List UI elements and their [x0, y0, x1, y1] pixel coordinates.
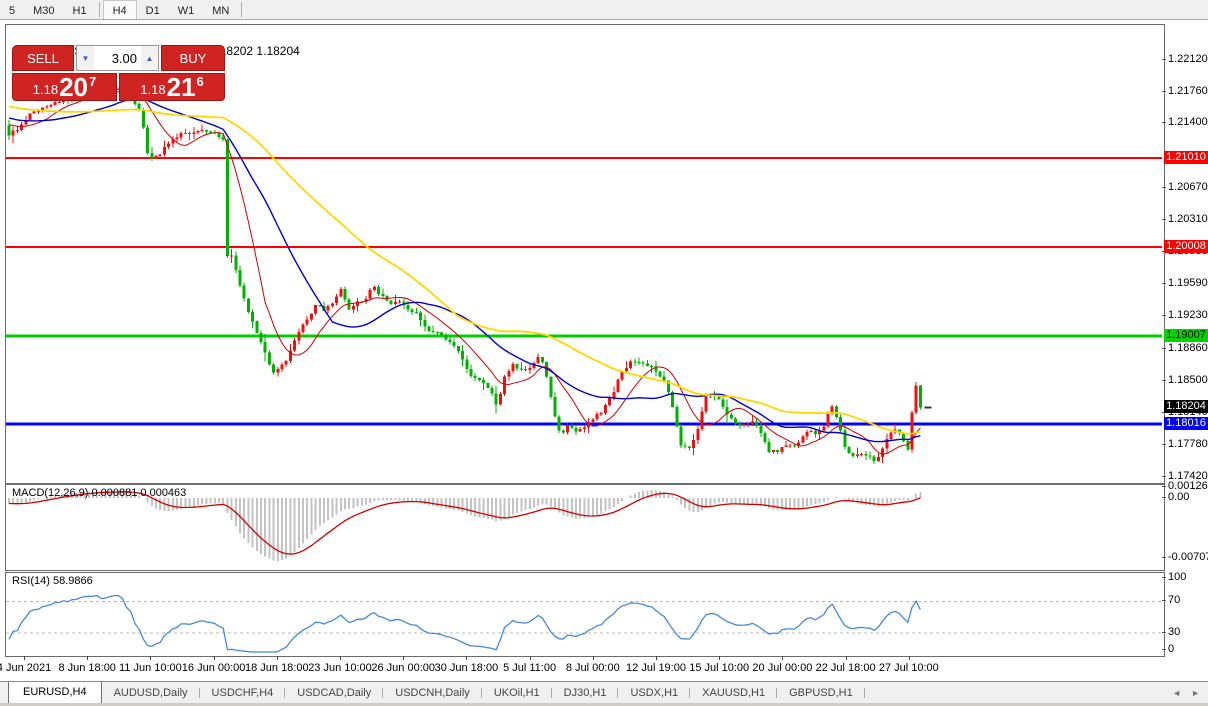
- date-label: 8 Jul 00:00: [566, 662, 620, 674]
- date-tick: [782, 656, 783, 660]
- timeframe-button-5[interactable]: 5: [0, 0, 24, 19]
- macd-tick-label: 0.00: [1168, 491, 1189, 503]
- tab-scroll-controls: ◄►: [1172, 688, 1200, 698]
- date-label: 12 Jul 19:00: [626, 662, 686, 674]
- timeframe-button-w1[interactable]: W1: [169, 0, 204, 19]
- date-label: 11 Jun 10:00: [119, 662, 182, 674]
- macd-tick-label: -0.007073: [1168, 551, 1208, 563]
- date-label: 8 Jun 18:00: [58, 662, 116, 674]
- rsi-level-lines: [6, 601, 1162, 633]
- price-level-badge: 1.21010: [1164, 151, 1208, 164]
- sell-button[interactable]: SELL: [12, 45, 74, 71]
- tab-scroll-left-icon[interactable]: ◄: [1172, 688, 1181, 698]
- price-tick-label: 1.19590: [1168, 277, 1208, 289]
- date-tick: [403, 656, 404, 660]
- rsi-tick-label: 30: [1168, 626, 1180, 638]
- price-level-lines: [6, 158, 1162, 424]
- timeframe-button-d1[interactable]: D1: [137, 0, 169, 19]
- price-tick-label: 1.21760: [1168, 85, 1208, 97]
- price-tick-label: 1.20310: [1168, 213, 1208, 225]
- price-tick-label: 1.20670: [1168, 181, 1208, 193]
- symbol-tab-dj30[interactable]: DJ30,H1: [552, 684, 619, 702]
- buy-button[interactable]: BUY: [161, 45, 225, 71]
- date-tick: [719, 656, 720, 660]
- date-label: 27 Jul 10:00: [879, 662, 939, 674]
- price-tick-label: 1.21400: [1168, 116, 1208, 128]
- symbol-tab-usdx[interactable]: USDX,H1: [618, 684, 690, 702]
- date-tick: [656, 656, 657, 660]
- macd-label: MACD(12,26,9) 0.000881 0.000463: [12, 487, 186, 499]
- timeframe-toolbar: 5M30H1 H4D1W1MN: [0, 0, 1208, 20]
- symbol-tab-gbpusd[interactable]: GBPUSD,H1: [777, 684, 865, 702]
- timeframe-button-mn[interactable]: MN: [203, 0, 238, 19]
- price-tick-label: 1.18860: [1168, 342, 1208, 354]
- sell-price[interactable]: 1.18 20 7: [12, 73, 117, 101]
- date-tick: [277, 656, 278, 660]
- symbol-tab-audusd[interactable]: AUDUSD,Daily: [102, 684, 200, 702]
- date-tick: [593, 656, 594, 660]
- price-level-badge: 1.19007: [1164, 329, 1208, 342]
- symbol-tab-bar: EURUSD,H4AUDUSD,DailyUSDCHF,H4USDCAD,Dai…: [0, 681, 1208, 704]
- symbol-tab-usdcad[interactable]: USDCAD,Daily: [285, 684, 383, 702]
- date-label: 30 Jun 18:00: [435, 662, 499, 674]
- buy-price[interactable]: 1.18 21 6: [119, 73, 225, 101]
- current-price-badge: 1.18204: [1164, 400, 1208, 413]
- timeframe-button-h1[interactable]: H1: [64, 0, 96, 19]
- symbol-tab-eurusd[interactable]: EURUSD,H4: [8, 682, 102, 704]
- trading-terminal: 5M30H1H4D1W1MN ▲EURUSD,H4 1.18202 1.1821…: [0, 0, 1208, 706]
- date-label: 5 Jul 11:00: [503, 662, 556, 674]
- symbol-tab-usdchf[interactable]: USDCHF,H4: [200, 684, 286, 702]
- date-tick: [214, 656, 215, 660]
- date-label: 22 Jul 18:00: [816, 662, 876, 674]
- price-tick-label: 1.18500: [1168, 374, 1208, 386]
- date-tick: [150, 656, 151, 660]
- volume-input[interactable]: 3.00: [94, 46, 141, 70]
- symbol-tab-xauusd[interactable]: XAUUSD,H1: [690, 684, 777, 702]
- date-label: 23 Jun 10:00: [308, 662, 372, 674]
- price-tick-label: 1.17780: [1168, 438, 1208, 450]
- macd-indicator-pane[interactable]: MACD(12,26,9) 0.000881 0.000463: [5, 484, 1165, 571]
- date-label: 20 Jul 00:00: [752, 662, 812, 674]
- date-label: 18 Jun 18:00: [245, 662, 309, 674]
- one-click-trading-panel: SELL ▼ 3.00 ▲ BUY 1.18 20 7 1.18 21 6: [12, 45, 225, 101]
- rsi-tick-label: 70: [1168, 594, 1180, 606]
- macd-histogram: [9, 490, 920, 561]
- tab-scroll-right-icon[interactable]: ►: [1191, 688, 1200, 698]
- date-tick: [909, 656, 910, 660]
- symbol-tab-ukoil[interactable]: UKOil,H1: [482, 684, 552, 702]
- rsi-indicator-pane[interactable]: RSI(14) 58.9866: [5, 572, 1165, 657]
- macd-signal-line: [9, 492, 920, 554]
- date-tick: [530, 656, 531, 660]
- price-tick-label: 1.22120: [1168, 53, 1208, 65]
- date-label: 16 Jun 00:00: [182, 662, 246, 674]
- rsi-label: RSI(14) 58.9866: [12, 575, 93, 587]
- date-tick: [340, 656, 341, 660]
- date-tick: [87, 656, 88, 660]
- date-axis: 4 Jun 20218 Jun 18:0011 Jun 10:0016 Jun …: [5, 656, 1208, 680]
- date-tick: [846, 656, 847, 660]
- volume-stepper: ▼ 3.00 ▲: [76, 45, 159, 71]
- rsi-tick-label: 100: [1168, 571, 1186, 583]
- price-tick-label: 1.19230: [1168, 309, 1208, 321]
- rsi-chart[interactable]: [6, 573, 1162, 654]
- timeframe-button-m30[interactable]: M30: [24, 0, 63, 19]
- candles-layer: [8, 87, 922, 465]
- price-level-badge: 1.20008: [1164, 240, 1208, 253]
- timeframe-button-h4[interactable]: H4: [103, 0, 137, 19]
- date-label: 4 Jun 2021: [0, 662, 51, 674]
- rsi-line: [9, 596, 920, 653]
- moving-average-lines: [9, 91, 920, 454]
- date-label: 15 Jul 10:00: [689, 662, 749, 674]
- date-tick: [466, 656, 467, 660]
- date-label: 26 Jun 00:00: [371, 662, 435, 674]
- volume-increase-button[interactable]: ▲: [141, 46, 158, 70]
- price-level-badge: 1.18016: [1164, 417, 1208, 430]
- date-tick: [24, 656, 25, 660]
- toolbar-divider: [99, 2, 100, 17]
- volume-decrease-button[interactable]: ▼: [77, 46, 94, 70]
- toolbar-divider: [241, 2, 242, 17]
- rsi-tick-label: 0: [1168, 643, 1174, 655]
- symbol-tab-usdcnh[interactable]: USDCNH,Daily: [383, 684, 482, 702]
